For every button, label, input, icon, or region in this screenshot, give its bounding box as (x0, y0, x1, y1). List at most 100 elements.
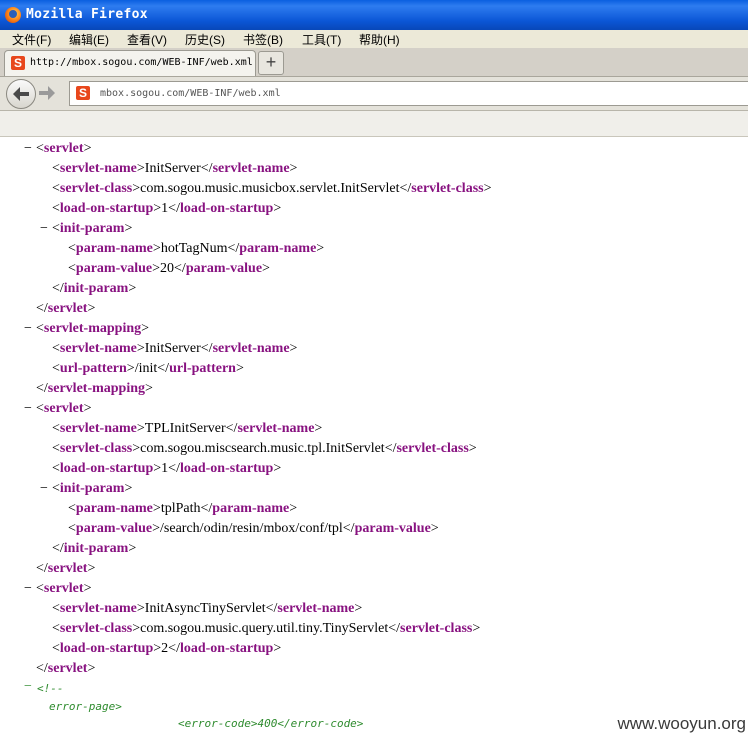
bracket: </ (36, 561, 48, 576)
xml-line: </init-param> (52, 539, 136, 559)
collapse-toggle[interactable]: − (24, 139, 32, 159)
bracket: > (141, 321, 150, 336)
xml-line: </servlet> (36, 659, 95, 679)
bracket: > (83, 141, 92, 156)
xml-text-content: /init (134, 361, 158, 376)
bracket: > (354, 601, 363, 616)
comment-collapse-toggle[interactable]: − (24, 677, 32, 697)
bracket: > (153, 201, 162, 216)
xml-tag-name: init-param (59, 481, 125, 496)
bracket: </ (168, 461, 180, 476)
tab-web-xml[interactable]: S http://mbox.sogou.com/WEB-INF/web.xml (4, 50, 256, 76)
xml-tag-name: servlet-class (59, 621, 133, 636)
menu-view[interactable]: 查看(V) (127, 31, 167, 48)
bracket: </ (384, 441, 397, 456)
menu-tools[interactable]: 工具(T) (302, 31, 341, 48)
bracket: </ (36, 381, 48, 396)
collapse-toggle[interactable]: − (24, 399, 32, 419)
bracket: > (87, 301, 96, 316)
menu-edit[interactable]: 编辑(E) (69, 31, 109, 48)
bracket: </ (168, 201, 180, 216)
bracket: </ (200, 501, 213, 516)
xml-closing-tag-name: servlet (47, 661, 88, 676)
xml-text-content: 20 (160, 261, 175, 276)
xml-closing-tag-name: servlet-name (277, 601, 355, 616)
bracket: > (124, 481, 133, 496)
xml-line: <servlet-class>com.sogou.music.query.uti… (52, 619, 480, 639)
xml-line: <init-param> (52, 219, 132, 239)
xml-tag-name: load-on-startup (59, 641, 154, 656)
xml-closing-tag-name: load-on-startup (179, 641, 274, 656)
bracket: > (136, 601, 145, 616)
xml-closing-tag-name: servlet-name (212, 161, 290, 176)
xml-line: </servlet-mapping> (36, 379, 153, 399)
xml-tag-name: servlet-class (59, 441, 133, 456)
bracket: < (52, 441, 60, 456)
bracket: </ (342, 521, 355, 536)
xml-closing-tag-name: servlet-name (237, 421, 315, 436)
bracket: > (128, 541, 137, 556)
menu-help[interactable]: 帮助(H) (359, 31, 400, 48)
bracket: < (52, 621, 60, 636)
xml-tag-name: param-name (75, 241, 153, 256)
xml-closing-tag-name: param-value (354, 521, 431, 536)
xml-line: </init-param> (52, 279, 136, 299)
menu-file[interactable]: 文件(F) (12, 31, 51, 48)
bracket: > (136, 341, 145, 356)
toolbar-spacer (0, 111, 748, 137)
xml-closing-tag-name: servlet-name (212, 341, 290, 356)
bracket: < (68, 261, 76, 276)
xml-tag-name: load-on-startup (59, 461, 154, 476)
bracket: < (52, 361, 60, 376)
xml-line: <load-on-startup>2</load-on-startup> (52, 639, 281, 659)
bracket: > (153, 641, 162, 656)
bracket: < (52, 341, 60, 356)
bracket: > (152, 521, 161, 536)
bracket: </ (227, 241, 240, 256)
xml-line: <param-name>hotTagNum</param-name> (68, 239, 324, 259)
bracket: </ (52, 281, 64, 296)
forward-arrow-icon (39, 86, 55, 100)
bracket: > (152, 501, 161, 516)
collapse-toggle[interactable]: − (24, 579, 32, 599)
menu-bookmarks[interactable]: 书签(B) (243, 31, 283, 48)
xml-document-view: − <servlet> <servlet-name>InitServer</serv… (0, 137, 748, 736)
xml-tag-name: param-value (75, 521, 153, 536)
xml-line: <servlet-name>TPLInitServer</servlet-nam… (52, 419, 322, 439)
bracket: > (289, 341, 298, 356)
xml-comment-line: error-page> (49, 700, 122, 713)
xml-closing-tag-name: load-on-startup (179, 461, 274, 476)
bracket: > (87, 661, 96, 676)
new-tab-button[interactable]: + (258, 51, 284, 75)
bracket: > (124, 221, 133, 236)
xml-line: <servlet> (36, 579, 91, 599)
bracket: < (36, 321, 44, 336)
xml-closing-tag-name: url-pattern (169, 361, 236, 376)
bracket: < (52, 181, 60, 196)
menu-history[interactable]: 历史(S) (185, 31, 225, 48)
window-title-bar: Mozilla Firefox (0, 0, 748, 30)
collapse-toggle[interactable]: − (40, 219, 48, 239)
xml-comment-line: <error-code>400</error-code> (178, 717, 364, 730)
bracket: </ (168, 641, 180, 656)
xml-tag-name: load-on-startup (59, 201, 154, 216)
xml-tag-name: param-name (75, 501, 153, 516)
bracket: > (289, 501, 298, 516)
bracket: < (68, 501, 76, 516)
forward-button[interactable] (38, 85, 60, 101)
address-bar[interactable]: S mbox.sogou.com/WEB-INF/web.xml (69, 81, 748, 106)
xml-closing-tag-name: servlet-class (400, 621, 473, 636)
bracket: < (52, 421, 60, 436)
sogou-favicon-icon: S (11, 56, 25, 70)
bracket: </ (36, 301, 48, 316)
xml-closing-tag-name: servlet (47, 301, 88, 316)
xml-closing-tag-name: init-param (63, 541, 129, 556)
watermark: www.wooyun.org (617, 714, 746, 733)
bracket: </ (399, 181, 412, 196)
bracket: < (36, 401, 44, 416)
bracket: > (289, 161, 298, 176)
collapse-toggle[interactable]: − (24, 319, 32, 339)
back-arrow-icon (13, 87, 29, 101)
back-button[interactable] (6, 79, 36, 109)
collapse-toggle[interactable]: − (40, 479, 48, 499)
